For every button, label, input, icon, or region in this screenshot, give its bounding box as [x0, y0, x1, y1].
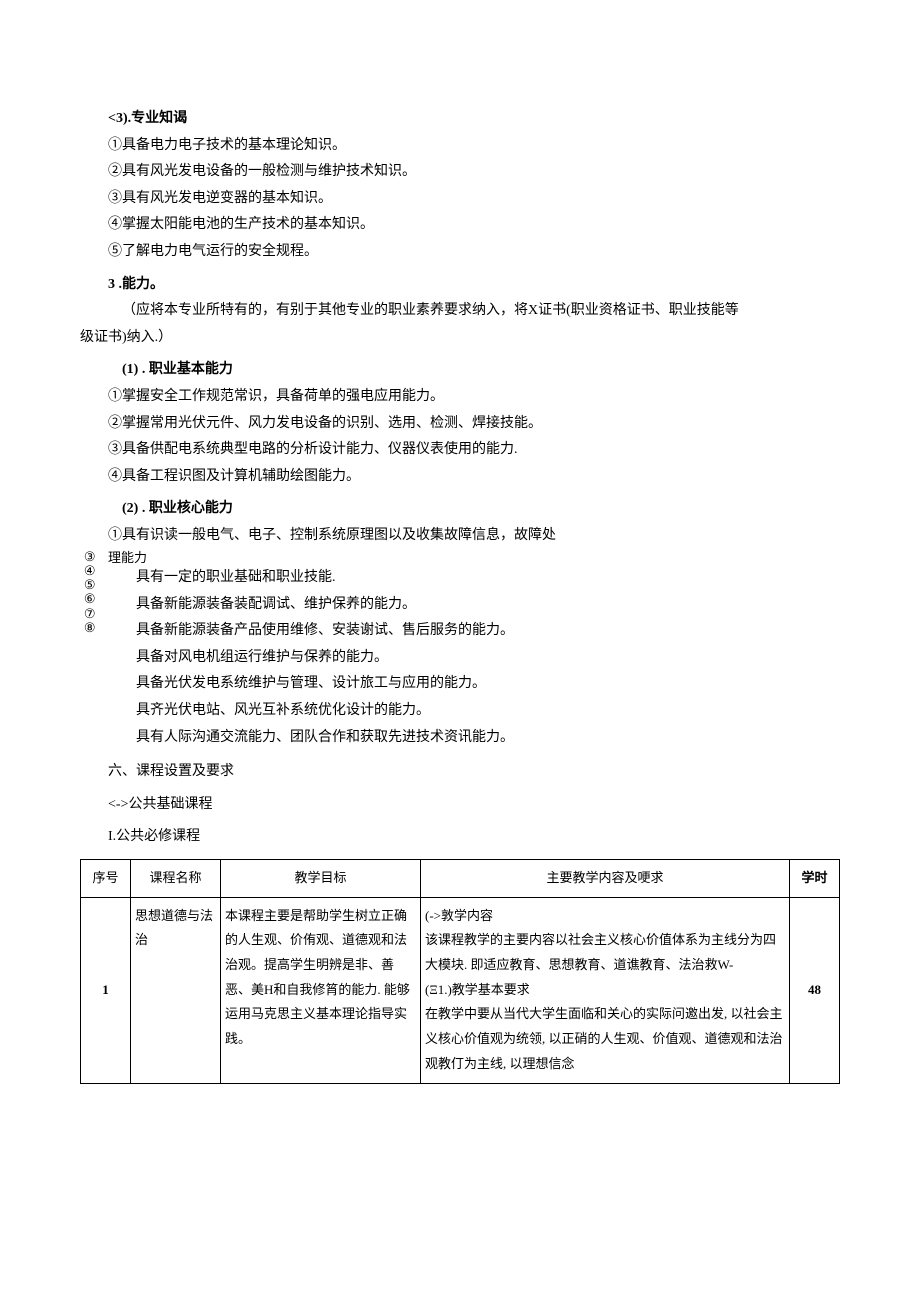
- sub2-line: 具有一定的职业基础和职业技能.: [108, 565, 840, 592]
- cell-goal: 本课程主要是帮助学生树立正确的人生观、价侑观、道德观和法治观。提高学生明辨是非、…: [221, 897, 421, 1083]
- sec3-item: ⑤了解电力电气运行的安全规程。: [80, 239, 840, 266]
- circled-number: ⑦: [84, 607, 96, 621]
- circled-number: ③: [84, 550, 96, 564]
- overlap-glyph-stack: ③ ④ ⑤ ⑥ ⑦ ⑧: [84, 550, 96, 636]
- th-goal: 教学目标: [221, 860, 421, 898]
- sub2-line: 具备新能源装备产品使用维修、安装谢试、售后服务的能力。: [108, 618, 840, 645]
- sub2-line: 具备新能源装备装配调试、维护保养的能力。: [108, 592, 840, 619]
- sub2-line: 具备光伏发电系统维护与管理、设计旅工与应用的能力。: [108, 671, 840, 698]
- circled-number: ⑧: [84, 621, 96, 635]
- sub1-item: ②掌握常用光伏元件、风力发电设备的识别、选用、检测、焊接技能。: [80, 411, 840, 438]
- cell-content: (->敦学内容 该课程教学的主要内容以社会主义核心价值体系为主线分为四大模块. …: [421, 897, 790, 1083]
- circled-number: ⑥: [84, 592, 96, 606]
- section-3-title: <3).专业知谒: [80, 106, 840, 133]
- heading-sub: <->公共基础课程: [80, 792, 840, 819]
- overlap-lines: 具有一定的职业基础和职业技能. 具备新能源装备装配调试、维护保养的能力。 具备新…: [108, 565, 840, 751]
- ability-note-line: 级证书)纳入.）: [80, 325, 840, 352]
- sub1-item: ③具备供配电系统典型电路的分析设计能力、仪器仪表使用的能力.: [80, 437, 840, 464]
- th-name: 课程名称: [131, 860, 221, 898]
- sub2-lead: ①具有识读一般电气、电子、控制系统原理图以及收集故障信息，故障处: [80, 523, 840, 550]
- ability-sub1-title: (1) . 职业基本能力: [80, 357, 840, 384]
- th-seq: 序号: [81, 860, 131, 898]
- sub2-line: 具有人际沟通交流能力、团队合作和获取先进技术资讯能力。: [108, 725, 840, 752]
- seq-text: 1: [102, 982, 109, 997]
- sec3-item: ④掌握太阳能电池的生产技术的基本知识。: [80, 212, 840, 239]
- sec3-item: ①具备电力电子技术的基本理论知识。: [80, 133, 840, 160]
- circled-number: ④: [84, 564, 96, 578]
- overlap-block: ③ ④ ⑤ ⑥ ⑦ ⑧ 理能力 具有一定的职业基础和职业技能. 具备新能源装备装…: [80, 550, 840, 752]
- circled-number: ⑤: [84, 578, 96, 592]
- heading-six: 六、课程设置及要求: [80, 759, 840, 786]
- sub2-line: 具齐光伏电站、风光互补系统优化设计的能力。: [108, 698, 840, 725]
- sec3-item: ③具有风光发电逆变器的基本知识。: [80, 186, 840, 213]
- sec3-item: ②具有风光发电设备的一般检测与维护技术知识。: [80, 159, 840, 186]
- ability-sub2-title: (2) . 职业核心能力: [80, 496, 840, 523]
- sub1-item: ①掌握安全工作规范常识，具备荷单的强电应用能力。: [80, 384, 840, 411]
- heading-required: I.公共必修课程: [80, 824, 840, 851]
- th-hours: 学时: [790, 860, 840, 898]
- cell-hours: 48: [790, 897, 840, 1083]
- cell-name: 思想道德与法治: [131, 897, 221, 1083]
- ability-title: 3 .能力。: [80, 272, 840, 299]
- ability-note-line: （应将本专业所特有的，有别于其他专业的职业素养要求纳入，将X证书(职业资格证书、…: [94, 298, 840, 325]
- table-header-row: 序号 课程名称 教学目标 主要教学内容及哽求 学时: [81, 860, 840, 898]
- course-table: 序号 课程名称 教学目标 主要教学内容及哽求 学时 1 思想道德与法治 本课程主…: [80, 859, 840, 1084]
- sub1-item: ④具备工程识图及计算机辅助绘图能力。: [80, 464, 840, 491]
- sub2-line: 具备对风电机组运行维护与保养的能力。: [108, 645, 840, 672]
- th-content: 主要教学内容及哽求: [421, 860, 790, 898]
- cell-seq: 1: [81, 897, 131, 1083]
- table-row: 1 思想道德与法治 本课程主要是帮助学生树立正确的人生观、价侑观、道德观和法治观…: [81, 897, 840, 1083]
- overlap-top-text: 理能力: [108, 550, 840, 566]
